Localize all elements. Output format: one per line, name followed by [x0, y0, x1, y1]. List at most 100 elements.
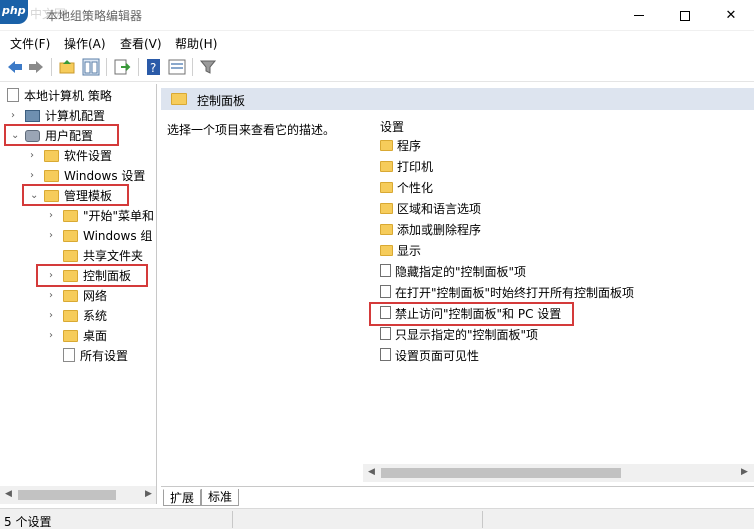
list-item-regional[interactable]: 区域和语言选项 [380, 199, 481, 219]
folder-icon [380, 224, 393, 235]
back-icon[interactable] [6, 58, 24, 76]
scrollbar-thumb[interactable] [381, 468, 621, 478]
scroll-left-icon[interactable]: ◀ [5, 489, 12, 499]
folder-icon [63, 290, 78, 302]
list-item-hide-items[interactable]: 隐藏指定的"控制面板"项 [380, 262, 526, 282]
menu-bar: 文件(F) 操作(A) 查看(V) 帮助(H) [0, 31, 754, 54]
tree-item-label: 系统 [83, 309, 108, 323]
status-text: 5 个设置 [4, 515, 52, 529]
menu-file[interactable]: 文件(F) [10, 35, 50, 52]
tree-item-start-menu[interactable]: › "开始"菜单和 [49, 206, 154, 226]
tree-item-label: Windows 设置 [64, 169, 146, 183]
menu-view[interactable]: 查看(V) [120, 35, 162, 52]
help-icon[interactable]: ? [145, 58, 163, 76]
folder-icon [44, 170, 59, 182]
tree-pane: 本地计算机 策略 › 计算机配置 ⌄ 用户配置 › 软件设置 › Windows… [0, 84, 157, 504]
scroll-left-icon[interactable]: ◀ [368, 467, 375, 477]
folder-icon [63, 330, 78, 342]
status-bar: 5 个设置 [0, 508, 754, 529]
minimize-button[interactable] [616, 0, 662, 31]
maximize-button[interactable] [662, 0, 708, 31]
list-item-show-only[interactable]: 只显示指定的"控制面板"项 [380, 325, 538, 345]
status-divider [482, 511, 483, 528]
chevron-right-icon[interactable]: › [49, 306, 61, 326]
forward-icon[interactable] [27, 58, 45, 76]
list-item-programs[interactable]: 程序 [380, 136, 421, 156]
list-item-label: 隐藏指定的"控制面板"项 [395, 265, 527, 279]
list-item-always-open-all[interactable]: 在打开"控制面板"时始终打开所有控制面板项 [380, 283, 634, 303]
setting-icon [380, 264, 391, 277]
list-item-printers[interactable]: 打印机 [380, 157, 433, 177]
folder-icon [44, 150, 59, 162]
export-list-icon[interactable] [113, 58, 131, 76]
chevron-right-icon[interactable]: › [49, 326, 61, 346]
details-horizontal-scrollbar[interactable]: ◀ ▶ [363, 464, 754, 482]
chevron-right-icon[interactable]: › [30, 166, 42, 186]
menu-action[interactable]: 操作(A) [64, 35, 106, 52]
folder-icon [63, 250, 78, 262]
tree-item-network[interactable]: › 网络 [49, 286, 107, 306]
menu-help[interactable]: 帮助(H) [175, 35, 217, 52]
folder-icon [380, 245, 393, 256]
toolbar-separator [106, 58, 107, 76]
chevron-right-icon[interactable]: › [49, 226, 61, 246]
title-bar: php 中文网 本地组策略编辑器 ✕ [0, 0, 754, 31]
toolbar-separator [192, 58, 193, 76]
chevron-right-icon[interactable]: › [30, 146, 42, 166]
setting-icon [380, 327, 391, 340]
policy-icon [7, 88, 19, 102]
list-item-label: 程序 [397, 139, 422, 153]
tree-item-label: 计算机配置 [45, 109, 106, 123]
folder-icon [380, 161, 393, 172]
computer-icon [25, 110, 40, 122]
highlight-box [4, 124, 119, 146]
scroll-right-icon[interactable]: ▶ [145, 489, 152, 499]
tree-item-shared-folders[interactable]: 共享文件夹 [63, 246, 143, 266]
svg-text:?: ? [150, 61, 156, 75]
list-item-personalization[interactable]: 个性化 [380, 178, 433, 198]
tree-item-software-settings[interactable]: › 软件设置 [30, 146, 113, 166]
tree-item-windows-settings[interactable]: › Windows 设置 [30, 166, 146, 186]
highlight-box [369, 302, 574, 326]
settings-column-header[interactable]: 设置 [380, 118, 404, 135]
up-folder-icon[interactable] [58, 58, 76, 76]
folder-icon [380, 203, 393, 214]
toolbar: ? [0, 54, 754, 82]
list-item-add-remove[interactable]: 添加或删除程序 [380, 220, 481, 240]
list-item-page-visibility[interactable]: 设置页面可见性 [380, 346, 479, 366]
tree-horizontal-scrollbar[interactable]: ◀ ▶ [0, 486, 156, 504]
list-item-label: 区域和语言选项 [397, 202, 482, 216]
details-pane: 控制面板 选择一个项目来查看它的描述。 设置 程序 打印机 个性化 区域和语言选… [161, 84, 754, 486]
setting-icon [380, 285, 391, 298]
list-item-display[interactable]: 显示 [380, 241, 421, 261]
tree-item-system[interactable]: › 系统 [49, 306, 108, 326]
tree-item-label: 所有设置 [80, 349, 129, 363]
scrollbar-thumb[interactable] [18, 490, 116, 500]
toolbar-separator [51, 58, 52, 76]
list-item-label: 打印机 [397, 160, 434, 174]
tree-item-desktop[interactable]: › 桌面 [49, 326, 107, 346]
scroll-right-icon[interactable]: ▶ [741, 467, 748, 477]
show-hide-tree-icon[interactable] [82, 58, 100, 76]
tree-item-computer-config[interactable]: › 计算机配置 [11, 106, 106, 126]
tree-item-label: 软件设置 [64, 149, 113, 163]
tab-extended[interactable]: 扩展 [163, 489, 202, 506]
folder-icon [63, 310, 78, 322]
minimize-icon [634, 15, 644, 16]
chevron-right-icon[interactable]: › [49, 286, 61, 306]
tree-item-all-settings[interactable]: 所有设置 [63, 346, 128, 366]
setting-icon [380, 348, 391, 361]
description-text: 选择一个项目来查看它的描述。 [167, 123, 336, 137]
tree-item-root[interactable]: 本地计算机 策略 [7, 86, 112, 106]
tab-standard[interactable]: 标准 [201, 489, 240, 506]
window-title: 本地组策略编辑器 [46, 9, 143, 23]
filter-icon[interactable] [199, 58, 217, 76]
details-header: 控制面板 [161, 88, 754, 110]
chevron-right-icon[interactable]: › [11, 106, 23, 126]
app-icon: php [0, 0, 28, 24]
properties-icon[interactable] [168, 58, 186, 76]
chevron-right-icon[interactable]: › [49, 206, 61, 226]
close-button[interactable]: ✕ [708, 0, 754, 31]
app-icon-text: php [2, 4, 26, 17]
tree-item-windows-components[interactable]: › Windows 组 [49, 226, 152, 246]
